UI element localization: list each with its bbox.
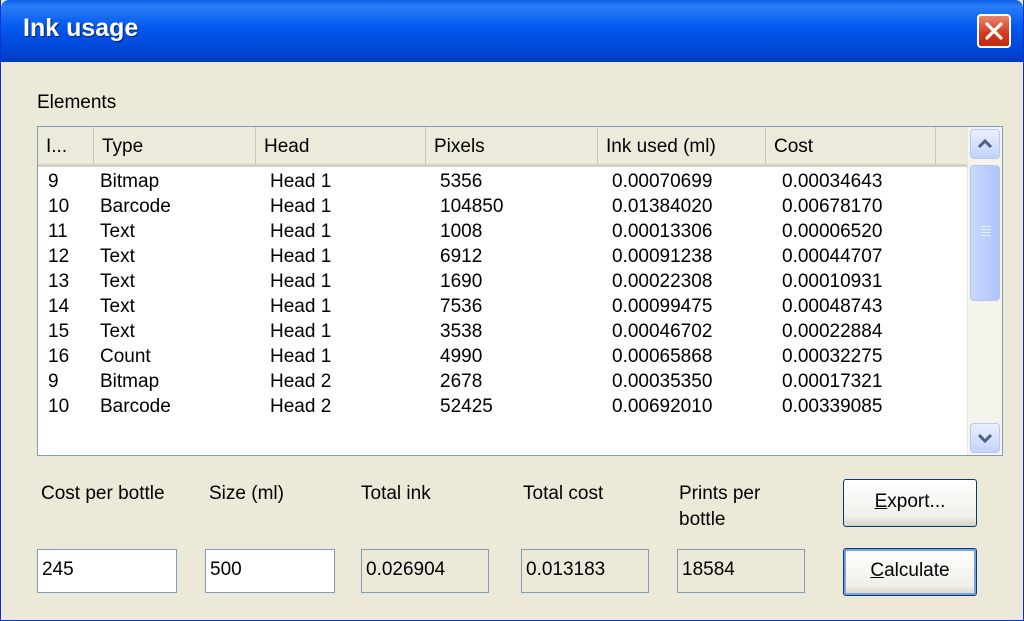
export-accel: E [874, 491, 888, 512]
column-header-type[interactable]: Type [94, 127, 256, 164]
elements-label: Elements [37, 92, 117, 113]
table-row[interactable]: 16 Count Head 1 4990 0.00065868 0.00032275 [38, 344, 968, 369]
close-button[interactable] [977, 14, 1011, 48]
column-header-cost[interactable]: Cost [766, 127, 936, 164]
elements-list[interactable]: I... Type Head Pixels Ink used (ml) Cost… [37, 126, 1003, 456]
total-ink-value: 0.026904 [361, 549, 489, 593]
prints-per-bottle-value: 18584 [677, 549, 805, 593]
prints-per-bottle-label-line2: bottle [679, 509, 726, 530]
window-title: Ink usage [23, 14, 139, 42]
table-row[interactable]: 10 Barcode Head 2 52425 0.00692010 0.00339085 [38, 394, 968, 419]
scroll-down-button[interactable] [970, 423, 1000, 453]
close-x-icon [985, 22, 1003, 40]
list-rows: 9 Bitmap Head 1 5356 0.00070699 0.00034643 10… [38, 169, 968, 419]
scroll-thumb[interactable] [970, 165, 1000, 301]
calculate-accel: C [870, 560, 885, 581]
table-row[interactable]: 9 Bitmap Head 2 2678 0.00035350 0.00017321 [38, 369, 968, 394]
total-cost-label: Total cost [523, 483, 604, 504]
size-ml-input[interactable]: 500 [205, 549, 335, 593]
table-row[interactable]: 9 Bitmap Head 1 5356 0.00070699 0.00034643 [38, 169, 968, 194]
table-row[interactable]: 11 Text Head 1 1008 0.00013306 0.00006520 [38, 219, 968, 244]
title-bar: Ink usage [1, 0, 1023, 62]
table-row[interactable]: 10 Barcode Head 1 104850 0.01384020 0.0067817… [38, 194, 968, 219]
prints-per-bottle-label-line1: Prints per [679, 483, 761, 504]
ink-usage-dialog: Ink usage Elements I... Type Head Pixels… [0, 0, 1024, 621]
chevron-up-icon [977, 138, 993, 149]
list-header: I... Type Head Pixels Ink used (ml) Cost [38, 127, 968, 167]
column-header-head[interactable]: Head [256, 127, 426, 164]
cost-per-bottle-input[interactable]: 245 [37, 549, 177, 593]
calculate-button[interactable]: Calculate [843, 548, 977, 596]
cost-per-bottle-label: Cost per bottle [41, 483, 165, 504]
table-row[interactable]: 14 Text Head 1 7536 0.00099475 0.00048743 [38, 294, 968, 319]
scroll-up-button[interactable] [970, 129, 1000, 159]
vertical-scrollbar[interactable] [967, 127, 1002, 455]
table-row[interactable]: 15 Text Head 1 3538 0.00046702 0.00022884 [38, 319, 968, 344]
column-header-ink-used[interactable]: Ink used (ml) [598, 127, 766, 164]
column-header-pixels[interactable]: Pixels [426, 127, 598, 164]
total-cost-value: 0.013183 [521, 549, 649, 593]
total-ink-label: Total ink [361, 483, 431, 504]
chevron-down-icon [977, 433, 993, 444]
column-header-index[interactable]: I... [38, 127, 94, 164]
table-row[interactable]: 12 Text Head 1 6912 0.00091238 0.00044707 [38, 244, 968, 269]
export-label: xport... [887, 491, 946, 512]
export-button[interactable]: Export... [843, 479, 977, 527]
calculate-label: alculate [884, 560, 950, 581]
size-ml-label: Size (ml) [209, 483, 284, 504]
table-row[interactable]: 13 Text Head 1 1690 0.00022308 0.00010931 [38, 269, 968, 294]
